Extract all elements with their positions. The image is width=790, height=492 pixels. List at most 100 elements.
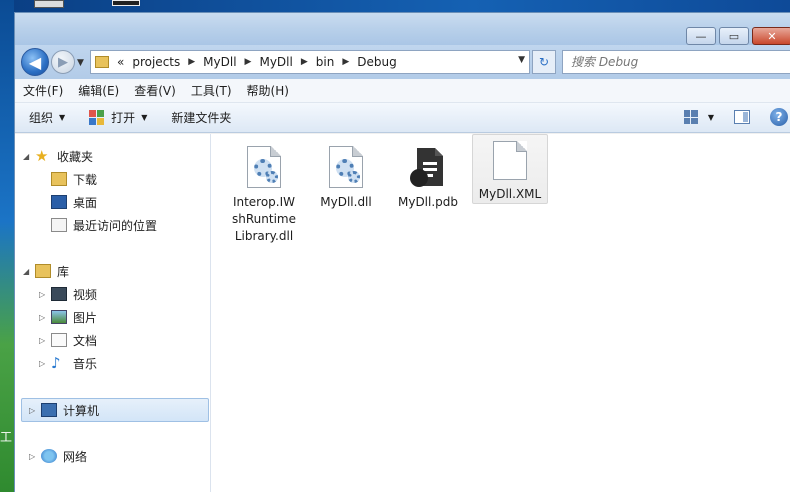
collapse-arrow-icon[interactable]: ▷ <box>39 336 49 345</box>
sidebar-item-network[interactable]: ▷ 网络 <box>29 446 87 466</box>
desktop-shortcut-icon[interactable] <box>34 0 64 8</box>
breadcrumb-separator[interactable]: ▶ <box>188 57 195 67</box>
collapse-arrow-icon[interactable]: ▷ <box>29 406 39 415</box>
new-folder-label: 新建文件夹 <box>171 111 232 125</box>
explorer-window: — ▭ ✕ ◀ ▶ ▼ « projects ▶ MyDll ▶ MyDll ▶… <box>14 12 790 492</box>
change-view-icon[interactable] <box>683 110 698 124</box>
file-item[interactable]: MyDll.pdb <box>390 140 466 211</box>
expand-arrow-icon[interactable]: ◢ <box>23 267 33 276</box>
sidebar-item-label: 桌面 <box>73 195 98 210</box>
close-button[interactable]: ✕ <box>752 27 790 45</box>
file-item-selected[interactable]: MyDll.XML <box>472 134 548 204</box>
help-icon[interactable]: ? <box>770 108 788 126</box>
star-icon: ★ <box>35 147 49 165</box>
file-name: MyDll.dll <box>320 195 372 209</box>
dll-gear-icon <box>247 146 281 188</box>
address-bar[interactable]: « projects ▶ MyDll ▶ MyDll ▶ bin ▶ Debug… <box>90 50 530 74</box>
preview-pane-icon[interactable] <box>734 110 750 124</box>
file-name: MyDll.pdb <box>397 195 459 209</box>
blank-file-icon <box>493 141 527 180</box>
new-folder-button[interactable]: 新建文件夹 <box>171 109 231 126</box>
breadcrumb-projects[interactable]: projects <box>132 55 180 69</box>
breadcrumb-separator[interactable]: ▶ <box>245 57 252 67</box>
collapse-arrow-icon[interactable]: ▷ <box>39 313 49 322</box>
sidebar-item-label: 文档 <box>73 333 98 348</box>
sidebar-item-label: 最近访问的位置 <box>73 218 158 233</box>
window-controls: — ▭ ✕ <box>683 27 790 45</box>
view-controls: ▼ ? <box>683 108 790 126</box>
forward-button[interactable]: ▶ <box>51 50 75 74</box>
file-item[interactable]: MyDll.dll <box>308 140 384 211</box>
video-icon <box>51 287 67 301</box>
collapse-arrow-icon[interactable]: ▷ <box>29 452 39 461</box>
documents-icon <box>51 333 67 347</box>
sidebar-item-label: 收藏夹 <box>57 149 94 164</box>
menu-edit[interactable]: 编辑(E) <box>78 82 119 99</box>
downloads-folder-icon <box>51 172 67 186</box>
file-list[interactable]: Interop.IW shRuntime Library.dll MyDll.d… <box>212 134 790 492</box>
music-note-icon: ♪ <box>51 354 61 372</box>
search-input[interactable] <box>571 55 771 69</box>
dll-gear-icon <box>329 146 363 188</box>
menu-help[interactable]: 帮助(H) <box>247 82 289 99</box>
sidebar-item-videos[interactable]: ▷ 视频 <box>39 284 97 304</box>
file-name: MyDll.XML <box>478 187 542 201</box>
open-label: 打开 <box>111 111 136 125</box>
sidebar-item-pictures[interactable]: ▷ 图片 <box>39 307 97 327</box>
minimize-button[interactable]: — <box>686 27 716 45</box>
refresh-button[interactable]: ↻ <box>532 50 556 74</box>
breadcrumb-overflow[interactable]: « <box>117 55 124 69</box>
menu-bar: 文件(F) 编辑(E) 查看(V) 工具(T) 帮助(H) <box>15 79 790 103</box>
sidebar-item-label: 下载 <box>73 172 98 187</box>
desktop-label-fragment: 工 <box>0 430 13 444</box>
maximize-button[interactable]: ▭ <box>719 27 749 45</box>
sidebar-item-label: 库 <box>57 264 70 279</box>
sidebar-item-documents[interactable]: ▷ 文档 <box>39 330 97 350</box>
breadcrumb-separator[interactable]: ▶ <box>301 57 308 67</box>
recent-pages-dropdown[interactable]: ▼ <box>77 58 84 68</box>
sidebar-item-label: 视频 <box>73 287 98 302</box>
desktop-icon <box>51 195 67 209</box>
navigation-pane[interactable]: ◢ ★ 收藏夹 下载 桌面 最近访问的位置 ◢ 库 ▷ 视频 ▷ 图片 ▷ 文档… <box>15 134 211 492</box>
desktop-background-left <box>0 0 14 492</box>
back-button[interactable]: ◀ <box>21 48 49 76</box>
sidebar-item-computer[interactable]: ▷ 计算机 <box>29 400 99 420</box>
sidebar-item-desktop[interactable]: 桌面 <box>51 192 97 212</box>
file-item[interactable]: Interop.IW shRuntime Library.dll <box>226 140 302 245</box>
folder-icon <box>95 56 109 68</box>
command-bar: 组织 ▼ 打开 ▼ 新建文件夹 ▼ ? <box>15 103 790 133</box>
address-history-dropdown[interactable]: ▼ <box>518 55 525 65</box>
sidebar-item-favorites[interactable]: ◢ ★ 收藏夹 <box>23 146 93 166</box>
menu-file[interactable]: 文件(F) <box>23 82 63 99</box>
expand-arrow-icon[interactable]: ◢ <box>23 152 33 161</box>
sidebar-item-label: 图片 <box>73 310 98 325</box>
breadcrumb-mydll-sub[interactable]: MyDll <box>259 55 292 69</box>
breadcrumb-bin[interactable]: bin <box>316 55 335 69</box>
sidebar-item-downloads[interactable]: 下载 <box>51 169 97 189</box>
breadcrumb-mydll[interactable]: MyDll <box>203 55 236 69</box>
sidebar-item-recent-places[interactable]: 最近访问的位置 <box>51 215 157 235</box>
sidebar-item-label: 网络 <box>63 449 88 464</box>
computer-icon <box>41 403 57 417</box>
open-with-icon <box>89 109 105 126</box>
organize-button[interactable]: 组织 ▼ <box>29 109 65 126</box>
desktop-shortcut-icon[interactable] <box>112 0 140 6</box>
sidebar-item-music[interactable]: ▷ ♪ 音乐 <box>39 353 97 373</box>
content-area: ◢ ★ 收藏夹 下载 桌面 最近访问的位置 ◢ 库 ▷ 视频 ▷ 图片 ▷ 文档… <box>15 134 790 492</box>
breadcrumb-debug[interactable]: Debug <box>357 55 396 69</box>
open-button[interactable]: 打开 ▼ <box>89 109 147 126</box>
title-bar[interactable]: — ▭ ✕ <box>15 13 790 45</box>
collapse-arrow-icon[interactable]: ▷ <box>39 359 49 368</box>
network-icon <box>41 449 57 463</box>
chevron-down-icon: ▼ <box>141 113 148 122</box>
chevron-down-icon[interactable]: ▼ <box>708 113 714 122</box>
breadcrumb-separator[interactable]: ▶ <box>342 57 349 67</box>
search-box[interactable] <box>562 50 790 74</box>
sidebar-item-libraries[interactable]: ◢ 库 <box>23 261 69 281</box>
menu-view[interactable]: 查看(V) <box>134 82 176 99</box>
sidebar-item-label: 音乐 <box>73 356 98 371</box>
collapse-arrow-icon[interactable]: ▷ <box>39 290 49 299</box>
chevron-down-icon: ▼ <box>59 113 66 122</box>
menu-tools[interactable]: 工具(T) <box>191 82 232 99</box>
libraries-icon <box>35 264 51 278</box>
